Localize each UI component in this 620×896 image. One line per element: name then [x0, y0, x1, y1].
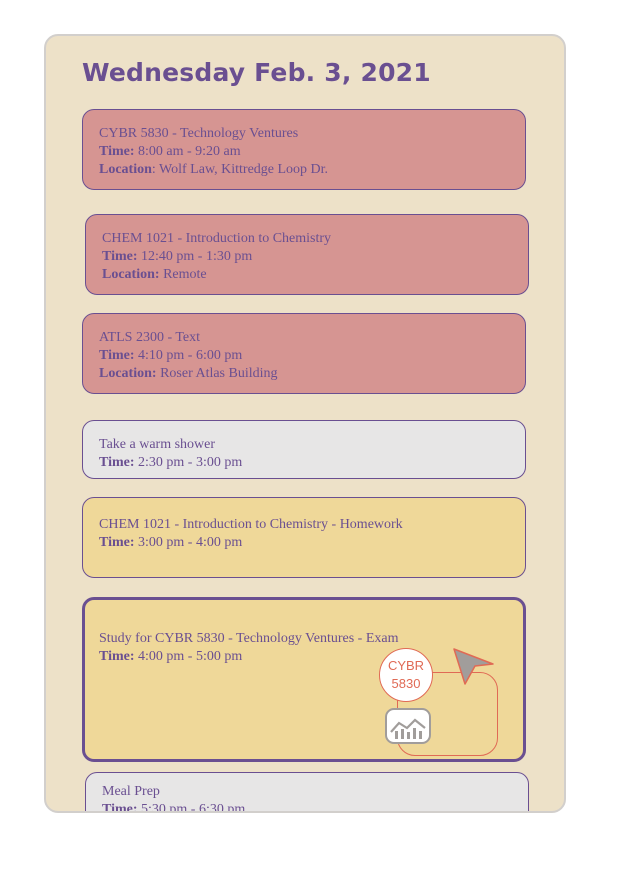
- time-label: Time:: [99, 348, 135, 363]
- event-card-study-cybr-exam[interactable]: Study for CYBR 5830 - Technology Venture…: [82, 597, 526, 762]
- event-card-meal-prep[interactable]: Meal Prep Time: 5:30 pm - 6:30 pm: [85, 772, 529, 813]
- event-location: : Wolf Law, Kittredge Loop Dr.: [151, 162, 329, 177]
- event-title: ATLS 2300 - Text: [99, 330, 201, 345]
- event-time: 4:00 pm - 5:00 pm: [138, 649, 243, 664]
- event-time: 8:00 am - 9:20 am: [138, 144, 241, 159]
- time-label: Time:: [99, 455, 135, 470]
- event-time: 3:00 pm - 4:00 pm: [138, 535, 243, 550]
- time-label: Time:: [99, 649, 135, 664]
- event-time: 4:10 pm - 6:00 pm: [138, 348, 243, 363]
- event-card-chem-homework[interactable]: CHEM 1021 - Introduction to Chemistry - …: [82, 497, 526, 578]
- bar-chart-icon-graphic: [390, 718, 426, 739]
- day-title: Wednesday Feb. 3, 2021: [82, 58, 431, 87]
- event-title: Study for CYBR 5830 - Technology Venture…: [99, 631, 399, 646]
- location-label: Location: [99, 162, 152, 177]
- event-title: CYBR 5830 - Technology Ventures: [99, 126, 299, 141]
- bar-chart-icon[interactable]: [385, 708, 431, 744]
- pointer-arrow-icon: [453, 648, 494, 685]
- event-title: CHEM 1021 - Introduction to Chemistry: [102, 231, 332, 246]
- event-location: Roser Atlas Building: [160, 366, 278, 381]
- event-time: 12:40 pm - 1:30 pm: [141, 249, 253, 264]
- event-card-chem-1021[interactable]: CHEM 1021 - Introduction to Chemistry Ti…: [85, 214, 529, 295]
- event-title: Take a warm shower: [99, 437, 216, 452]
- event-card-warm-shower[interactable]: Take a warm shower Time: 2:30 pm - 3:00 …: [82, 420, 526, 479]
- course-badge[interactable]: CYBR 5830: [379, 648, 433, 702]
- schedule-panel: Wednesday Feb. 3, 2021 CYBR 5830 - Techn…: [44, 34, 566, 813]
- time-label: Time:: [99, 144, 135, 159]
- event-card-cybr-5830[interactable]: CYBR 5830 - Technology Ventures Time: 8:…: [82, 109, 526, 190]
- event-card-atls-2300[interactable]: ATLS 2300 - Text Time: 4:10 pm - 6:00 pm…: [82, 313, 526, 394]
- event-title: CHEM 1021 - Introduction to Chemistry - …: [99, 517, 403, 532]
- event-time: 2:30 pm - 3:00 pm: [138, 455, 243, 470]
- time-label: Time:: [99, 535, 135, 550]
- event-title: Meal Prep: [102, 784, 160, 799]
- event-location: Remote: [163, 267, 207, 282]
- time-label: Time:: [102, 249, 138, 264]
- time-label: Time:: [102, 802, 138, 813]
- event-time: 5:30 pm - 6:30 pm: [141, 802, 246, 813]
- location-label: Location:: [102, 267, 160, 282]
- location-label: Location:: [99, 366, 157, 381]
